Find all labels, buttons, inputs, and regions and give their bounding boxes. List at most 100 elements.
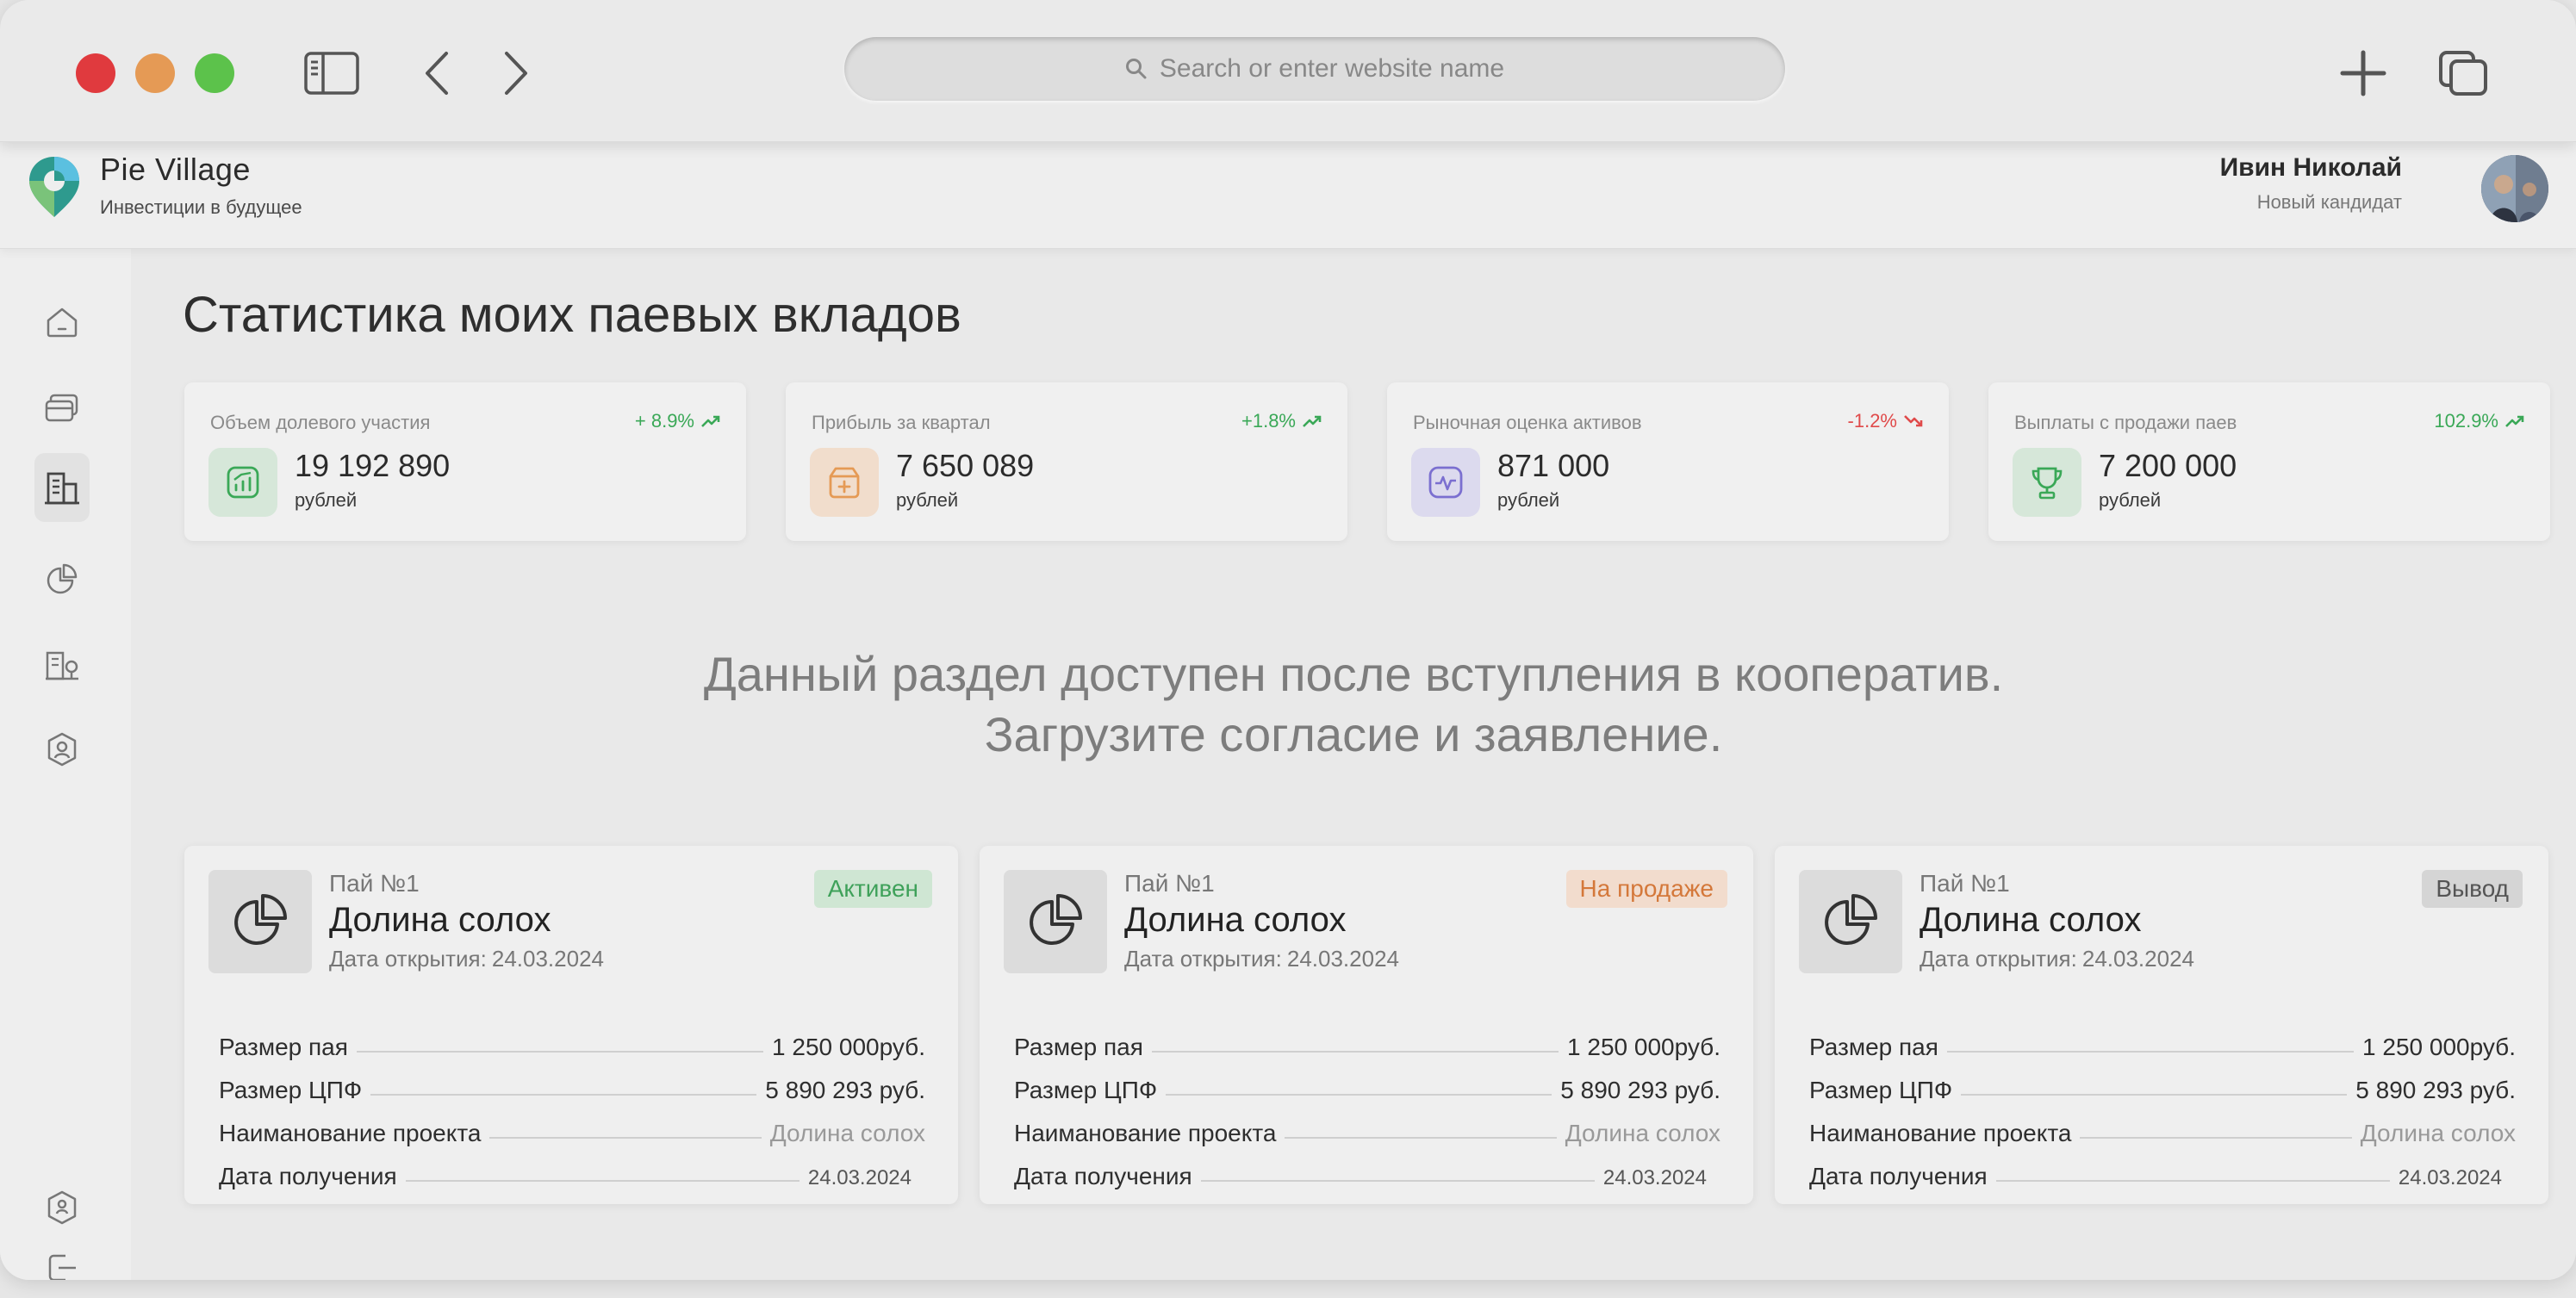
stat-label: Объем долевого участия xyxy=(210,412,431,433)
detail-value: Долина солох xyxy=(2360,1120,2516,1146)
sidebar-item-buildings[interactable] xyxy=(34,453,90,522)
sidebar-item-cards[interactable] xyxy=(36,382,88,434)
pay-details: Размер пая 1 250 000руб. Размер ЦПФ 5 890 … xyxy=(219,1018,925,1190)
pay-open-date: Дата открытия: 24.03.2024 xyxy=(1920,946,2194,972)
stat-change: +1.8% xyxy=(1241,410,1322,432)
detail-value: 24.03.2024 xyxy=(1602,1166,1707,1189)
trend-up-icon xyxy=(2505,415,2524,427)
pay-card[interactable]: Пай №1 Долина солох Дата открытия: 24.03… xyxy=(980,846,1753,1204)
pay-open-date-value: 24.03.2024 xyxy=(2081,946,2194,972)
tabs-overview-icon[interactable] xyxy=(2435,45,2492,102)
cards-icon xyxy=(45,394,78,422)
detail-label: Дата получения xyxy=(1809,1163,1988,1189)
forward-icon[interactable] xyxy=(488,45,544,102)
detail-row-share-size: Размер пая 1 250 000руб. xyxy=(1809,1018,2516,1061)
detail-value: 1 250 000руб. xyxy=(772,1034,925,1060)
detail-value: 1 250 000руб. xyxy=(2362,1034,2516,1060)
detail-value: 5 890 293 руб. xyxy=(2355,1077,2516,1103)
building-tree-icon xyxy=(46,651,78,680)
stat-value: 7 650 089 xyxy=(896,448,1035,483)
pay-details: Размер пая 1 250 000руб. Размер ЦПФ 5 890 … xyxy=(1014,1018,1720,1190)
stat-change-value: +1.8% xyxy=(1241,410,1296,432)
stat-change-value: + 8.9% xyxy=(634,410,694,432)
back-icon[interactable] xyxy=(408,45,465,102)
detail-row-project-name: Наиманование проекта Долина солох xyxy=(1809,1104,2516,1147)
user-name[interactable]: Ивин Николай xyxy=(2220,153,2402,183)
maximize-window-button[interactable] xyxy=(195,53,234,93)
pie-chart-icon xyxy=(208,870,312,973)
stat-card-market-valuation[interactable]: Рыночная оценка активов -1.2% 871 000 ру… xyxy=(1387,382,1949,541)
sidebar-item-logout[interactable] xyxy=(36,1251,88,1280)
pie-chart-icon xyxy=(1004,870,1107,973)
pay-card[interactable]: Пай №1 Долина солох Дата открытия: 24.03… xyxy=(1775,846,2548,1204)
browser-window: Search or enter website name Pie Village… xyxy=(0,0,2576,1280)
pay-number: Пай №1 xyxy=(1920,870,2010,897)
status-badge: На продаже xyxy=(1565,870,1727,908)
stat-label: Рыночная оценка активов xyxy=(1413,412,1642,433)
pay-open-date-label: Дата открытия: xyxy=(1920,946,2077,972)
pay-number: Пай №1 xyxy=(1124,870,1215,897)
pay-open-date-value: 24.03.2024 xyxy=(491,946,604,972)
trend-up-icon xyxy=(701,415,720,427)
status-badge: Вывод xyxy=(2422,870,2523,908)
avatar[interactable] xyxy=(2481,155,2548,222)
notice-line-2: Загрузите согласие и заявление. xyxy=(984,707,1723,761)
address-bar[interactable]: Search or enter website name xyxy=(844,37,1785,101)
pay-card[interactable]: Пай №1 Долина солох Дата открытия: 24.03… xyxy=(184,846,958,1204)
stat-card-share-payouts[interactable]: Выплаты с продажи паев 102.9% 7 200 000 … xyxy=(1988,382,2550,541)
detail-label: Наиманование проекта xyxy=(1809,1120,2072,1146)
minimize-window-button[interactable] xyxy=(135,53,175,93)
detail-value: 1 250 000руб. xyxy=(1567,1034,1720,1060)
detail-label: Размер ЦПФ xyxy=(1014,1077,1158,1103)
search-icon xyxy=(1125,59,1147,79)
user-shield-icon xyxy=(47,732,77,767)
notice-line-1: Данный раздел доступен после вступления … xyxy=(703,647,2004,701)
detail-value: Долина солох xyxy=(769,1120,925,1146)
access-notice: Данный раздел доступен после вступления … xyxy=(131,644,2576,765)
status-badge: Активен xyxy=(813,870,932,908)
sidebar-item-security[interactable] xyxy=(36,1182,88,1233)
stat-card-quarter-profit[interactable]: Прибыль за квартал +1.8% 7 650 089 рубле… xyxy=(786,382,1347,541)
pie-chart-icon xyxy=(1799,870,1902,973)
close-window-button[interactable] xyxy=(76,53,115,93)
detail-row-cpf-size: Размер ЦПФ 5 890 293 руб. xyxy=(1014,1061,1720,1104)
sidebar-item-profile[interactable] xyxy=(36,724,88,775)
stat-change-value: 102.9% xyxy=(2434,410,2498,432)
stat-unit: рублей xyxy=(295,489,358,511)
stat-change: -1.2% xyxy=(1848,410,1923,432)
stat-value: 19 192 890 xyxy=(295,448,451,483)
detail-label: Размер ЦПФ xyxy=(219,1077,363,1103)
detail-label: Наиманование проекта xyxy=(219,1120,482,1146)
pay-name: Долина солох xyxy=(1920,901,2142,939)
stat-change: + 8.9% xyxy=(635,410,720,432)
detail-row-receive-date: Дата получения 24.03.2024 xyxy=(1809,1147,2516,1190)
detail-row-project-name: Наиманование проекта Долина солох xyxy=(219,1104,925,1147)
sidebar-toggle-icon[interactable] xyxy=(303,45,360,102)
sidebar-item-home[interactable] xyxy=(36,296,88,348)
brand-name: Pie Village xyxy=(100,152,251,187)
detail-row-receive-date: Дата получения 24.03.2024 xyxy=(1014,1147,1720,1190)
pie-village-logo[interactable] xyxy=(26,153,83,220)
detail-label: Размер ЦПФ xyxy=(1809,1077,1953,1103)
detail-value: Долина солох xyxy=(1565,1120,1720,1146)
detail-value: 5 890 293 руб. xyxy=(1560,1077,1720,1103)
sidebar-item-projects[interactable] xyxy=(36,639,88,691)
pay-open-date-label: Дата открытия: xyxy=(1124,946,1282,972)
building-icon xyxy=(45,472,79,505)
pie-chart-icon xyxy=(47,563,78,594)
pay-open-date: Дата открытия: 24.03.2024 xyxy=(1124,946,1399,972)
detail-value: 24.03.2024 xyxy=(807,1166,912,1189)
stat-change: 102.9% xyxy=(2434,410,2524,432)
pay-open-date-value: 24.03.2024 xyxy=(1286,946,1399,972)
stat-label: Прибыль за квартал xyxy=(812,412,991,433)
detail-label: Размер пая xyxy=(1809,1034,1938,1060)
new-tab-icon[interactable] xyxy=(2335,45,2392,102)
stat-card-share-volume[interactable]: Объем долевого участия + 8.9% 19 192 890… xyxy=(184,382,746,541)
chart-growth-icon xyxy=(208,448,277,517)
pay-details: Размер пая 1 250 000руб. Размер ЦПФ 5 890 … xyxy=(1809,1018,2516,1190)
detail-label: Размер пая xyxy=(1014,1034,1143,1060)
user-role: Новый кандидат xyxy=(2256,191,2402,213)
sidebar-item-statistics[interactable] xyxy=(36,553,88,605)
detail-row-cpf-size: Размер ЦПФ 5 890 293 руб. xyxy=(1809,1061,2516,1104)
stat-value: 7 200 000 xyxy=(2099,448,2237,483)
